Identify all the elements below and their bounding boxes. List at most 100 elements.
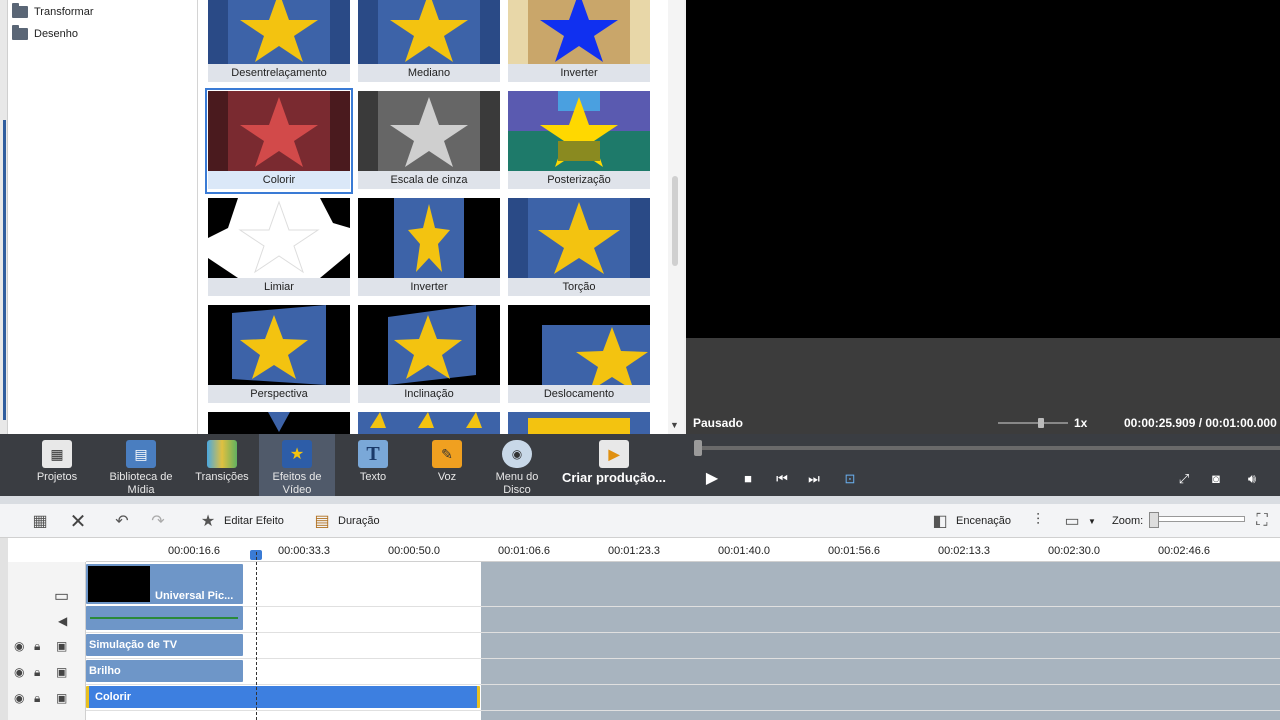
effect-tile-desentrelacamento[interactable]: Desentrelaçamento [208, 0, 350, 84]
track-divider [86, 684, 1280, 685]
ruler-tick: 00:01:23.3 [608, 545, 660, 557]
ruler-tick: 00:02:46.6 [1158, 545, 1210, 557]
play-icon[interactable]: ▶ [702, 470, 722, 488]
close-icon: ✕ [69, 510, 87, 533]
visibility-eye-icon[interactable]: ◉ [14, 691, 24, 705]
next-icon[interactable]: ⏭ [804, 470, 824, 488]
effect-tile-posterizacao[interactable]: Posterização [508, 91, 650, 191]
redo-button[interactable]: ↷ [148, 504, 168, 538]
microphone-icon: ✎ [432, 440, 462, 468]
stop-icon[interactable]: ■ [738, 470, 758, 488]
ruler-tick: 00:01:56.6 [828, 545, 880, 557]
zoom-slider[interactable] [1149, 512, 1245, 528]
audio-speaker-icon[interactable]: ◀ [58, 614, 67, 628]
effects-category-tree: Transformar Desenho [8, 0, 198, 434]
effect-tile-partial[interactable] [208, 412, 350, 434]
scroll-down-icon[interactable]: ▼ [670, 420, 679, 430]
encenacao-button[interactable]: ◧ Encenação [930, 504, 1011, 538]
track-headers: ▭ ◀ ◉ 🔒︎ ▣ ◉ 🔒︎ ▣ ◉ 🔒︎ ▣ [8, 562, 86, 720]
audio-mixer-button[interactable]: ⫶ [1028, 504, 1048, 538]
time-ruler[interactable]: 00:00:16.6 00:00:33.3 00:00:50.0 00:01:0… [86, 538, 1280, 562]
edit-toolbar: ▦ ✕ ↶ ↷ ★ Editar Efeito ▤ Duração ◧ Ence… [0, 504, 1280, 538]
tree-item-label: Transformar [34, 6, 94, 18]
effect-tile-inverter-1[interactable]: Inverter [508, 0, 650, 84]
effect-tile-colorir[interactable]: Colorir [205, 88, 353, 194]
projetos-button[interactable]: ▦ Projetos [28, 434, 86, 496]
volume-icon[interactable]: 🔊︎ [1238, 470, 1266, 488]
audio-waveform [90, 617, 238, 619]
view-options-button[interactable]: ▭ ▼ [1062, 504, 1095, 538]
effect-thumbnail [208, 0, 350, 64]
toolbar-separator [0, 496, 1280, 504]
speed-slider[interactable] [998, 418, 1068, 428]
effects-grid: Desentrelaçamento Mediano Inverter Color… [198, 0, 670, 434]
menu-do-disco-button[interactable]: ◉ Menu do Disco [488, 434, 546, 496]
effect-label: Inverter [508, 64, 650, 82]
criar-producao-button[interactable]: ▶ Criar produção... [558, 434, 670, 496]
video-clip[interactable]: Universal Pic... [86, 564, 243, 604]
effect-tile-partial[interactable] [508, 412, 650, 434]
editar-efeito-button[interactable]: ★ Editar Efeito [198, 504, 284, 538]
effect-thumbnail [208, 198, 350, 278]
effect-track-icon: ▣ [56, 639, 68, 653]
zoom-label: Zoom: [1112, 515, 1144, 527]
effect-thumbnail [208, 91, 350, 171]
efeitos-de-video-button[interactable]: ★ Efeitos de Vídeo [259, 434, 335, 496]
effect-tile-partial[interactable] [358, 412, 500, 434]
effect-tile-escala-de-cinza[interactable]: Escala de cinza [358, 91, 500, 191]
effect-label: Inverter [358, 278, 500, 296]
select-all-button[interactable]: ▦ [30, 504, 50, 538]
lock-icon[interactable]: 🔒︎ [34, 665, 40, 680]
effect-track-icon: ▣ [56, 665, 68, 679]
transicoes-button[interactable]: Transições [192, 434, 252, 496]
playback-status: Pausado [693, 416, 744, 430]
voz-button[interactable]: ✎ Voz [420, 434, 474, 496]
lock-icon[interactable]: 🔒︎ [34, 691, 40, 706]
visibility-eye-icon[interactable]: ◉ [14, 665, 24, 679]
effect-tile-torcao[interactable]: Torção [508, 198, 650, 298]
effect-clip-brilho[interactable]: Brilho [86, 660, 243, 682]
effect-thumbnail [208, 305, 350, 385]
loop-icon[interactable]: ⊡ [840, 470, 860, 488]
fullscreen-icon[interactable]: ⤢ [1174, 470, 1194, 488]
effect-tile-limiar[interactable]: Limiar [208, 198, 350, 298]
audio-clip[interactable] [86, 606, 243, 630]
fit-timeline-button[interactable]: ⛶ [1252, 504, 1272, 538]
effect-label: Escala de cinza [358, 171, 500, 189]
effect-tile-mediano[interactable]: Mediano [358, 0, 500, 84]
effect-tile-inclinacao[interactable]: Inclinação [358, 305, 500, 405]
ruler-tick: 00:01:40.0 [718, 545, 770, 557]
undo-button[interactable]: ↶ [112, 504, 132, 538]
track-divider [86, 658, 1280, 659]
playback-speed: 1x [1074, 416, 1088, 430]
effect-label: Mediano [358, 64, 500, 82]
seek-bar[interactable] [694, 440, 1280, 456]
text-icon: T [358, 440, 388, 468]
visibility-eye-icon[interactable]: ◉ [14, 639, 24, 653]
effect-tile-deslocamento[interactable]: Deslocamento [508, 305, 650, 405]
snapshot-camera-icon[interactable]: ◙ [1206, 470, 1226, 488]
effect-track-icon: ▣ [56, 691, 68, 705]
tree-item-desenho[interactable]: Desenho [12, 24, 78, 44]
effects-grid-scrollbar[interactable]: ▼ [668, 0, 684, 434]
effect-tile-inverter-2[interactable]: Inverter [358, 198, 500, 298]
seek-handle[interactable] [694, 440, 702, 456]
clapperboard-icon: ▦ [42, 440, 72, 468]
effect-label: Inclinação [358, 385, 500, 403]
tree-item-label: Desenho [34, 28, 79, 40]
ruler-tick: 00:02:30.0 [1048, 545, 1100, 557]
delete-button[interactable]: ✕ [68, 504, 88, 538]
tree-item-transformar[interactable]: Transformar [12, 2, 94, 22]
texto-button[interactable]: T Texto [346, 434, 400, 496]
duracao-button[interactable]: ▤ Duração [312, 504, 379, 538]
biblioteca-de-midia-button[interactable]: ▤ Biblioteca de Mídia [104, 434, 178, 496]
main-toolbar: ▦ Projetos ▤ Biblioteca de Mídia Transiç… [0, 434, 686, 496]
effect-thumbnail [358, 412, 500, 434]
effect-tile-perspectiva[interactable]: Perspectiva [208, 305, 350, 405]
effect-thumbnail [358, 91, 500, 171]
scrollbar-thumb[interactable] [672, 176, 678, 266]
effect-clip-colorir[interactable]: Colorir [86, 686, 480, 708]
lock-icon[interactable]: 🔒︎ [34, 639, 40, 654]
effect-clip-simulacao-de-tv[interactable]: Simulação de TV [86, 634, 243, 656]
previous-icon[interactable]: ⏮ [772, 470, 792, 488]
